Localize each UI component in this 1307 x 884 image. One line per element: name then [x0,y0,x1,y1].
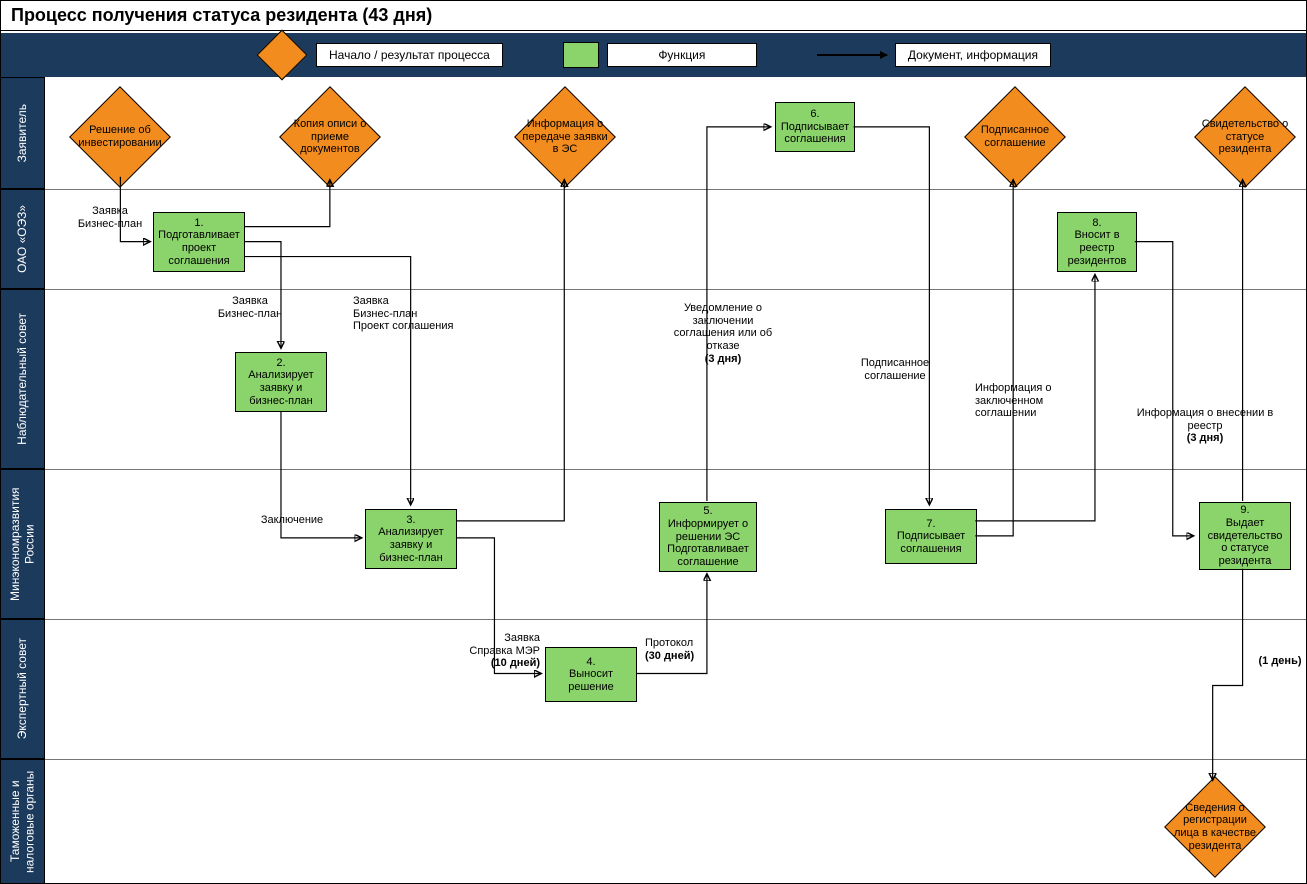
diagram-canvas: Решение об инвестировании Копия описи о … [45,77,1306,883]
proc-6: 6.Подписывает соглашения [775,102,855,152]
proc-9: 9.Выдает свидетельство о статусе резиден… [1199,502,1291,570]
diamond-certificate: Свидетельство о статусе резидента [1195,87,1295,187]
note-n3: ЗаявкаБизнес-планПроект соглашения [353,295,463,333]
note-n5: ЗаявкаСправка МЭР(10 дней) [460,632,540,670]
note-n9: Информация о заключенном соглашении [975,382,1075,420]
legend-start-label: Начало / результат процесса [316,43,503,67]
diagram-title: Процесс получения статуса резидента (43 … [1,1,1306,31]
note-n10: Информация о внесении в реестр(3 дня) [1135,407,1275,445]
diamond-registration-info: Сведения о регистрации лица в качестве р… [1165,777,1265,877]
diamond-doc-copy: Копия описи о приеме документов [280,87,380,187]
note-n6: Протокол(30 дней) [645,637,725,662]
legend-document: Документ, информация [817,43,1051,67]
diamond-icon [257,30,308,81]
legend-function: Функция [563,42,757,68]
arrow-icon [817,54,887,56]
lane-header-customs: Таможенные и налоговые органы [1,759,45,884]
legend-function-label: Функция [607,43,757,67]
note-n7: Уведомление о заключении соглашения или … [663,302,783,365]
legend-start: Начало / результат процесса [256,37,503,73]
note-n1: ЗаявкаБизнес-план [75,205,145,230]
proc-8: 8.Вносит в реестр резидентов [1057,212,1137,272]
lane-header-supcouncil: Наблюдательный совет [1,289,45,469]
note-n2: ЗаявкаБизнес-план [215,295,285,320]
lane-header-oez: ОАО «ОЭЗ» [1,189,45,289]
proc-3: 3.Анализирует заявку и бизнес-план [365,509,457,569]
note-n8: Подписанное соглашение [845,357,945,382]
diamond-transfer-info: Информация о передаче заявки в ЭС [515,87,615,187]
proc-7: 7.Подписывает соглашения [885,509,977,564]
proc-4: 4.Выносит решение [545,647,637,702]
lane-header-minecon: Минэкономразвития России [1,469,45,619]
proc-2: 2.Анализирует заявку и бизнес-план [235,352,327,412]
legend-doc-label: Документ, информация [895,43,1051,67]
lane-header-applicant: Заявитель [1,77,45,189]
proc-1: 1.Подготавливает проект соглашения [153,212,245,272]
note-n11: (1 день) [1250,655,1307,668]
proc-5: 5.Информирует о решении ЭС Подготавливае… [659,502,757,572]
note-n4: Заключение [257,514,327,527]
legend-bar: Начало / результат процесса Функция Доку… [1,33,1306,77]
arrows-layer [45,77,1306,883]
lane-header-expert: Экспертный совет [1,619,45,759]
diamond-invest-decision: Решение об инвестировании [70,87,170,187]
rect-icon [563,42,599,68]
diamond-signed-agree: Подписанное соглашение [965,87,1065,187]
